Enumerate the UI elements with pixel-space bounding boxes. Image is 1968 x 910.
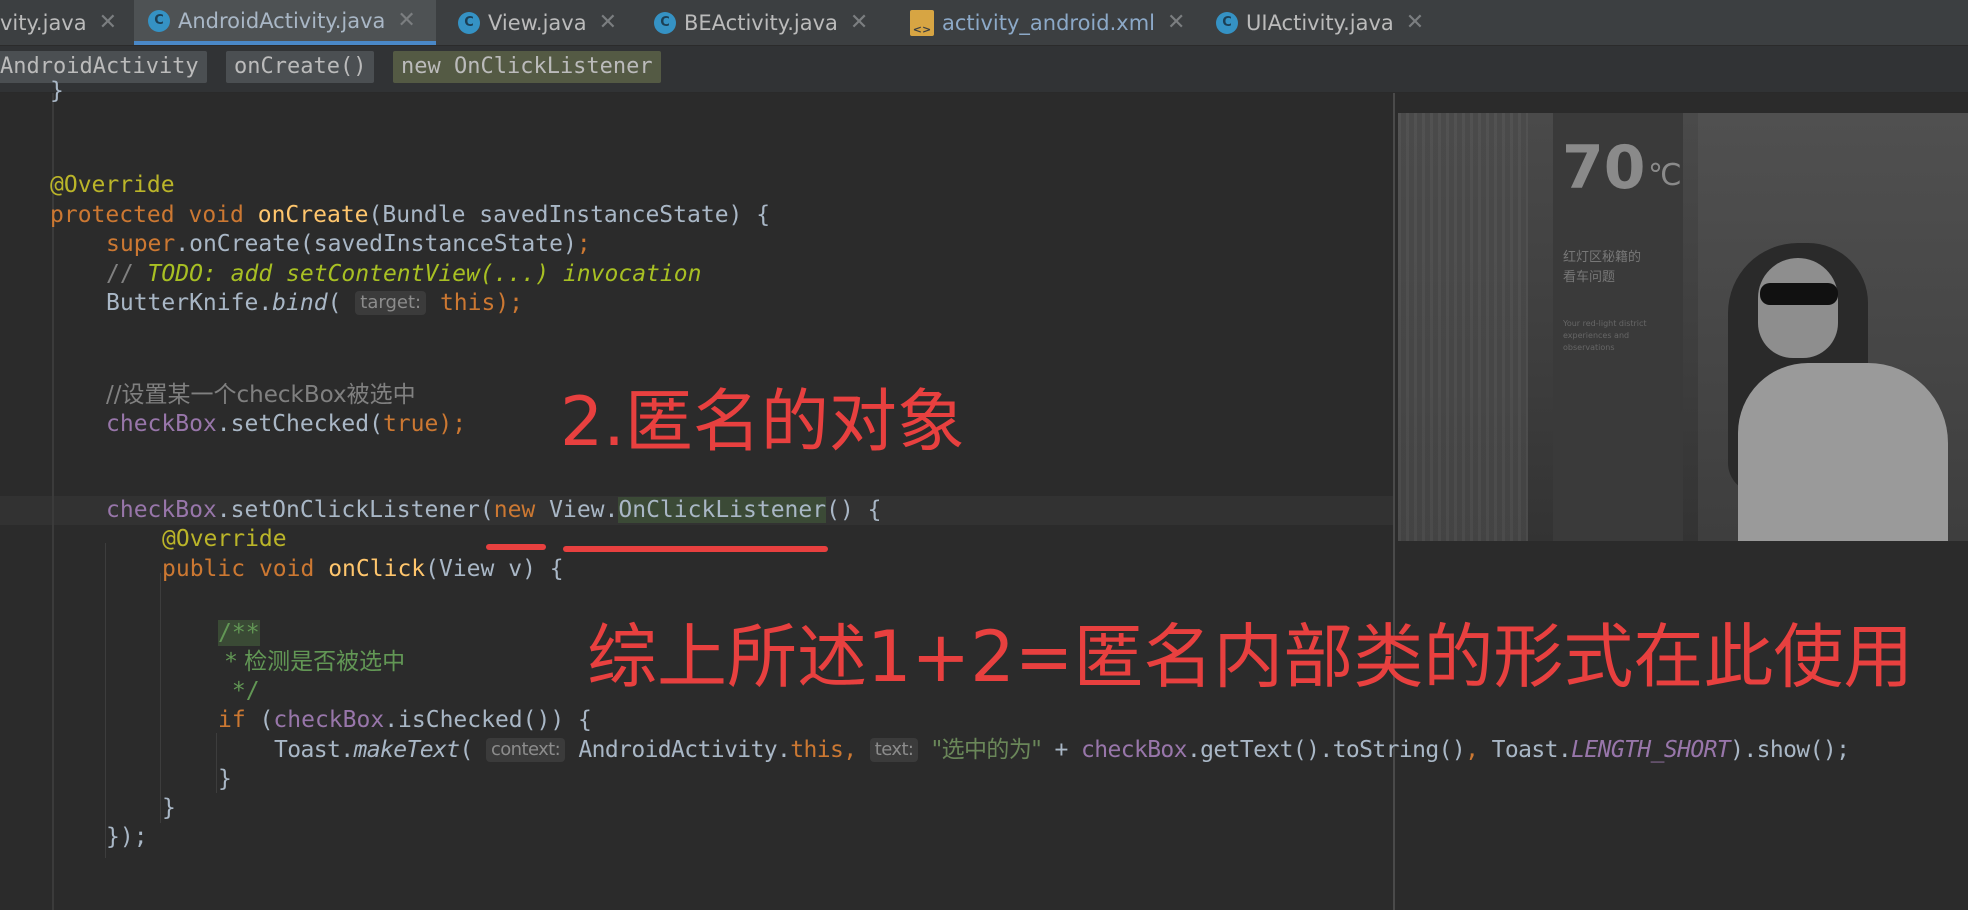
- code-line: //设置某一个checkBox被选中: [106, 382, 416, 408]
- indent-guide: [160, 573, 161, 823]
- annotation-anonymous-object: 2.匿名的对象: [560, 383, 965, 462]
- xml-file-icon: <>: [910, 9, 934, 36]
- tab-label: View.java: [488, 10, 587, 35]
- code-line: @Override: [50, 172, 175, 198]
- tab-label: BEActivity.java: [684, 10, 838, 35]
- close-icon[interactable]: ✕: [599, 10, 617, 35]
- annotation-summary: 综上所述1+2=匿名内部类的形式在此使用: [587, 616, 1914, 698]
- editor-tab-bar: vity.java ✕ C AndroidActivity.java ✕ C V…: [0, 0, 1968, 46]
- code-line: Toast.makeText( context: AndroidActivity…: [274, 737, 1850, 763]
- code-line: * 检测是否被选中: [218, 649, 406, 675]
- code-line: ButterKnife.bind( target: this);: [106, 290, 524, 316]
- overlay-photo: 70 ℃ 红灯区秘籍的 看车问题 Your red-light district…: [1398, 113, 1968, 541]
- photo-building: [1398, 113, 1528, 541]
- code-line: @Override: [162, 526, 287, 552]
- breadcrumb-anonymous-class[interactable]: new OnClickListener: [393, 51, 661, 83]
- tab-android-activity-java[interactable]: C AndroidActivity.java ✕: [134, 0, 436, 45]
- annotation-underline-view-onclicklistener: [563, 546, 828, 552]
- tab-ui-activity-java[interactable]: C UIActivity.java ✕: [1202, 0, 1456, 45]
- photo-sunglasses: [1760, 283, 1838, 305]
- breadcrumb: AndroidActivity onCreate() new OnClickLi…: [0, 46, 1968, 93]
- class-icon: C: [458, 11, 480, 34]
- tab-view-java[interactable]: C View.java ✕: [444, 0, 648, 45]
- code-line: }: [218, 766, 232, 792]
- photo-person-face: [1758, 258, 1838, 358]
- close-icon[interactable]: ✕: [1167, 10, 1185, 35]
- code-line: // TODO: add setContentView(...) invocat…: [106, 261, 702, 287]
- code-line: /**: [218, 620, 260, 646]
- class-icon: C: [1216, 11, 1238, 34]
- code-line: }: [162, 795, 176, 821]
- code-line: */: [218, 678, 260, 704]
- class-icon: C: [148, 9, 170, 32]
- parameter-hint: target:: [355, 291, 427, 315]
- tab-activity-android-xml[interactable]: <> activity_android.xml ✕: [896, 0, 1202, 45]
- tab-be-activity-java[interactable]: C BEActivity.java ✕: [640, 0, 914, 45]
- close-icon[interactable]: ✕: [850, 10, 868, 35]
- right-margin-guide: [1393, 93, 1395, 910]
- tab-label: vity.java: [0, 10, 87, 35]
- code-line: if (checkBox.isChecked()) {: [218, 707, 592, 733]
- tab-label: AndroidActivity.java: [178, 8, 386, 33]
- code-editor[interactable]: } @Override protected void onCreate(Bund…: [0, 78, 1968, 910]
- close-icon[interactable]: ✕: [1406, 10, 1424, 35]
- breadcrumb-class[interactable]: AndroidActivity: [0, 51, 207, 83]
- code-line: checkBox.setOnClickListener(new View.OnC…: [106, 497, 882, 523]
- tab-label: UIActivity.java: [1246, 10, 1394, 35]
- close-icon[interactable]: ✕: [397, 8, 415, 33]
- close-icon[interactable]: ✕: [99, 10, 117, 35]
- code-line: }: [50, 78, 64, 104]
- indent-guide: [105, 543, 106, 858]
- photo-sign-small-text: Your red-light district experiences and …: [1563, 319, 1647, 352]
- annotation-underline-new: [486, 544, 546, 550]
- tab-label: activity_android.xml: [942, 10, 1155, 35]
- photo-sign-text: 红灯区秘籍的 看车问题: [1563, 250, 1642, 285]
- photo-person-body: [1738, 363, 1948, 541]
- parameter-hint: text:: [869, 738, 919, 762]
- photo-temperature: 70: [1562, 133, 1646, 203]
- code-line: public void onClick(View v) {: [162, 556, 564, 582]
- breadcrumb-method[interactable]: onCreate(): [226, 51, 375, 83]
- photo-temperature-unit: ℃: [1648, 158, 1682, 193]
- code-line: protected void onCreate(Bundle savedInst…: [50, 202, 771, 228]
- code-line: super.onCreate(savedInstanceState);: [106, 231, 591, 257]
- tab-vity-java[interactable]: vity.java ✕: [0, 0, 128, 45]
- parameter-hint: context:: [485, 738, 566, 762]
- class-icon: C: [654, 11, 676, 34]
- code-line: checkBox.setChecked(true);: [106, 411, 467, 437]
- indent-guide: [216, 733, 217, 793]
- code-line: });: [106, 824, 148, 850]
